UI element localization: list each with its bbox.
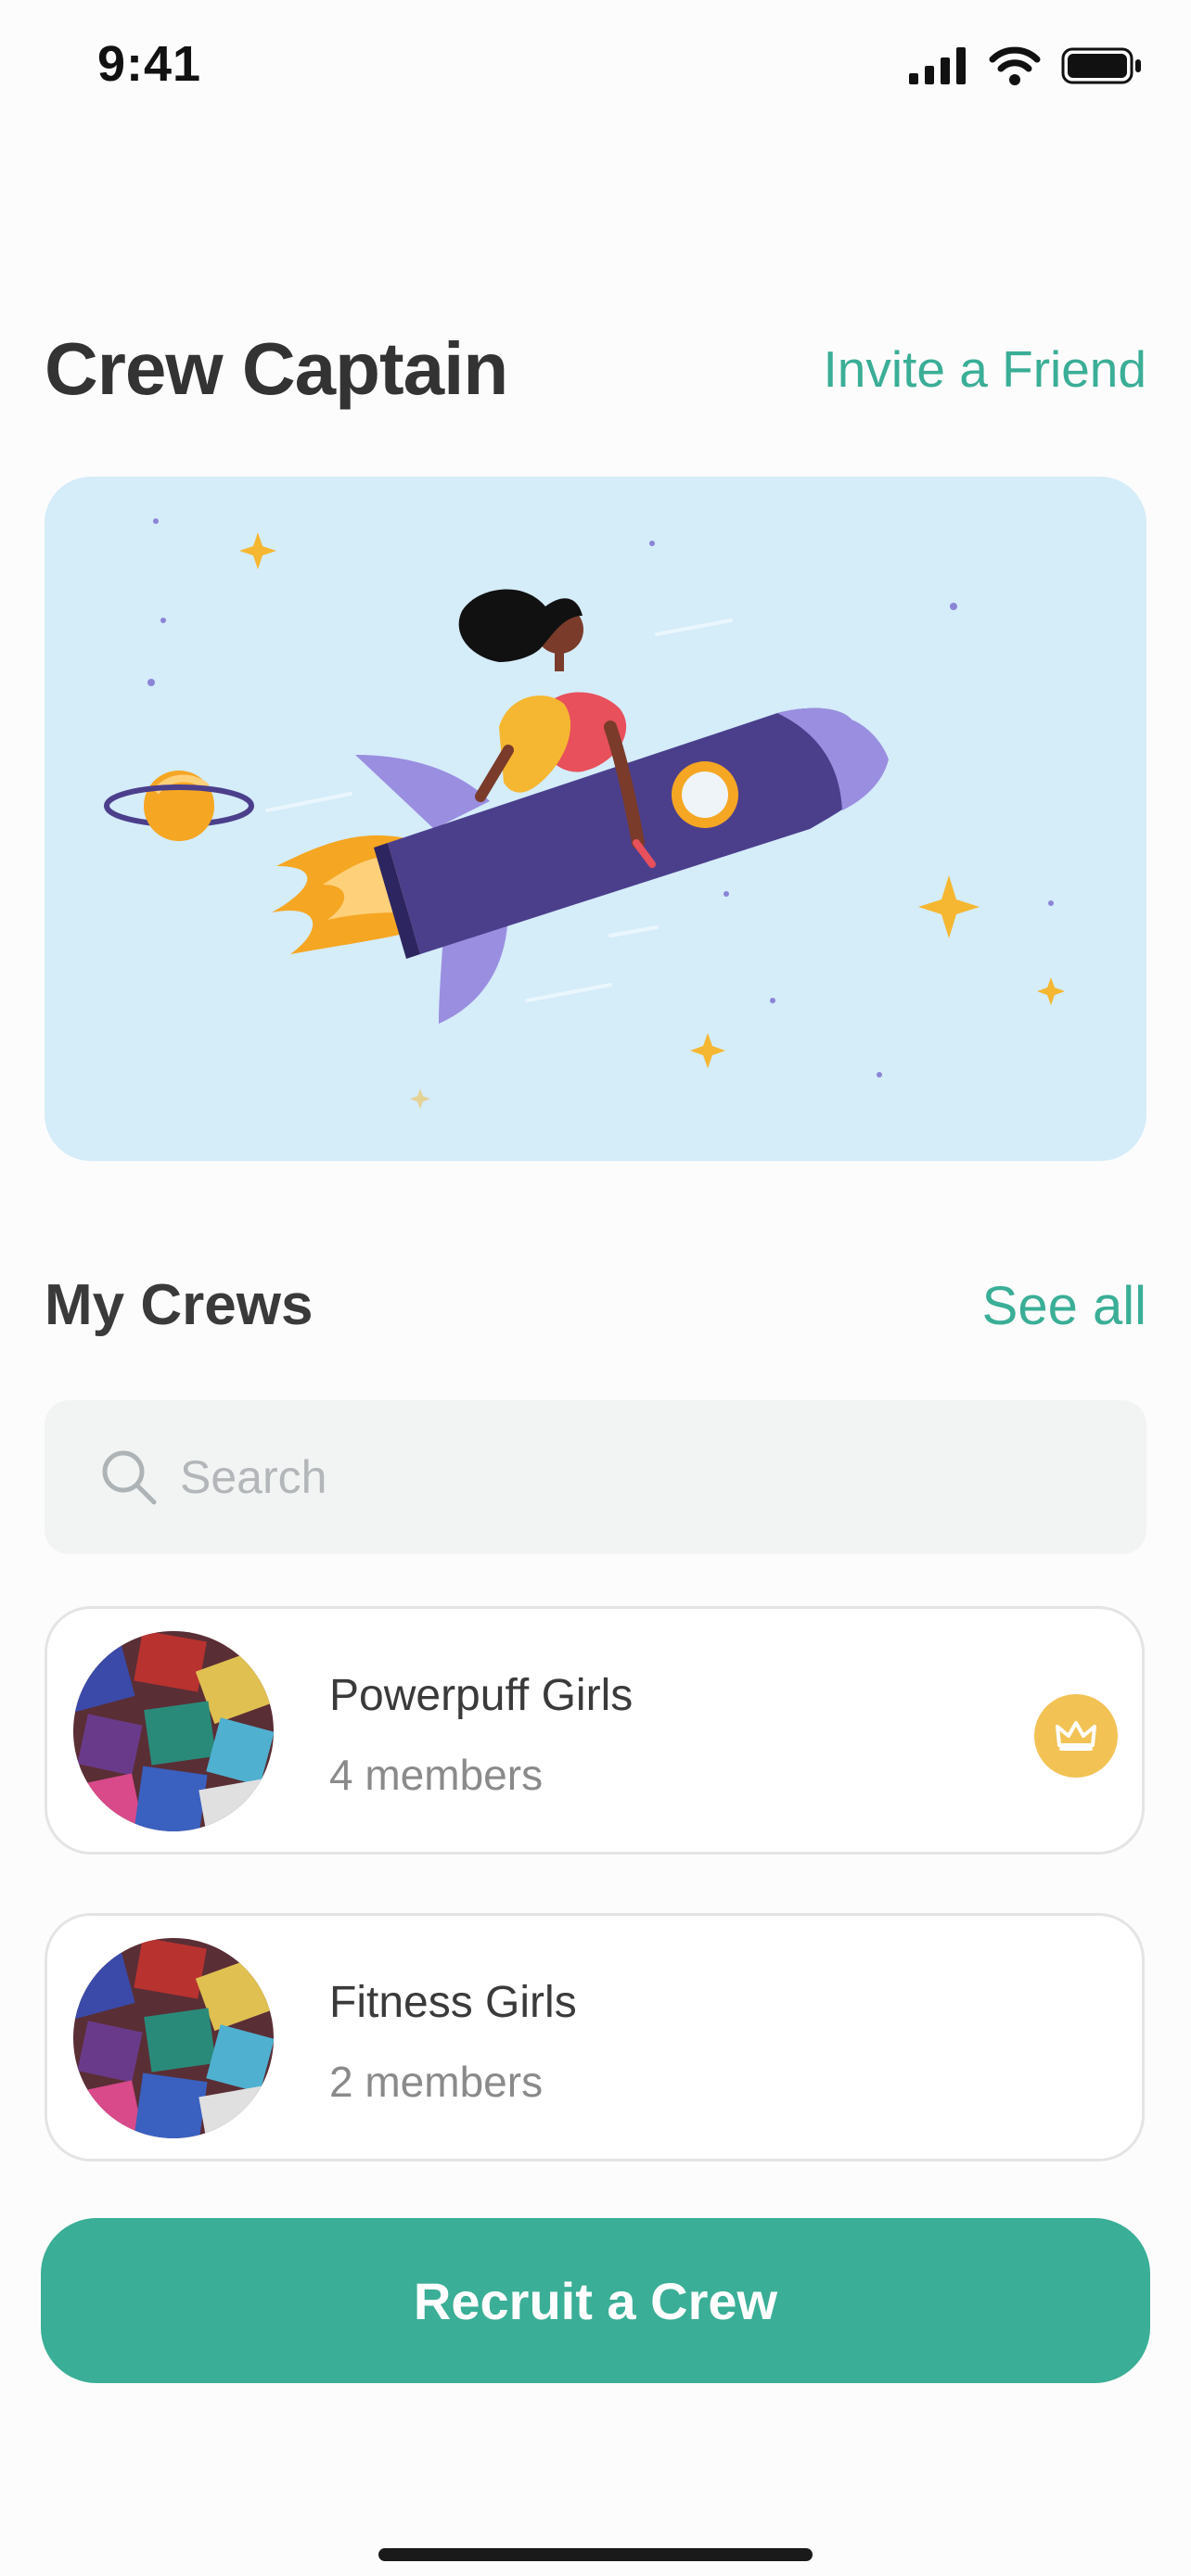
captain-badge bbox=[1034, 1694, 1118, 1778]
crew-avatar bbox=[73, 1938, 274, 2138]
see-all-link[interactable]: See all bbox=[982, 1275, 1146, 1337]
crew-card[interactable]: Powerpuff Girls 4 members bbox=[45, 1606, 1145, 1855]
crew-name: Fitness Girls bbox=[329, 1978, 577, 2027]
page-title: Crew Captain bbox=[45, 327, 508, 410]
crew-member-count: 2 members bbox=[329, 2058, 544, 2106]
crew-member-count: 4 members bbox=[329, 1751, 544, 1799]
cellular-signal-icon bbox=[909, 47, 966, 84]
crown-icon bbox=[1056, 1721, 1096, 1751]
search-placeholder: Search bbox=[180, 1451, 327, 1503]
crew-card[interactable]: Fitness Girls 2 members bbox=[45, 1913, 1145, 2162]
my-crews-heading: My Crews bbox=[45, 1273, 314, 1337]
hero-illustration bbox=[45, 477, 1146, 1161]
battery-icon bbox=[1061, 47, 1141, 84]
crew-avatar bbox=[73, 1631, 274, 1831]
search-icon bbox=[102, 1450, 157, 1505]
home-indicator[interactable] bbox=[378, 2548, 813, 2561]
recruit-crew-button[interactable]: Recruit a Crew bbox=[41, 2218, 1150, 2383]
rocket-illustration bbox=[104, 518, 1065, 1109]
status-time: 9:41 bbox=[97, 36, 202, 92]
search-input[interactable]: Search bbox=[45, 1400, 1146, 1554]
crew-name: Powerpuff Girls bbox=[329, 1671, 634, 1720]
status-icons bbox=[909, 46, 1143, 85]
wifi-icon bbox=[989, 46, 1041, 85]
invite-friend-link[interactable]: Invite a Friend bbox=[823, 339, 1146, 399]
